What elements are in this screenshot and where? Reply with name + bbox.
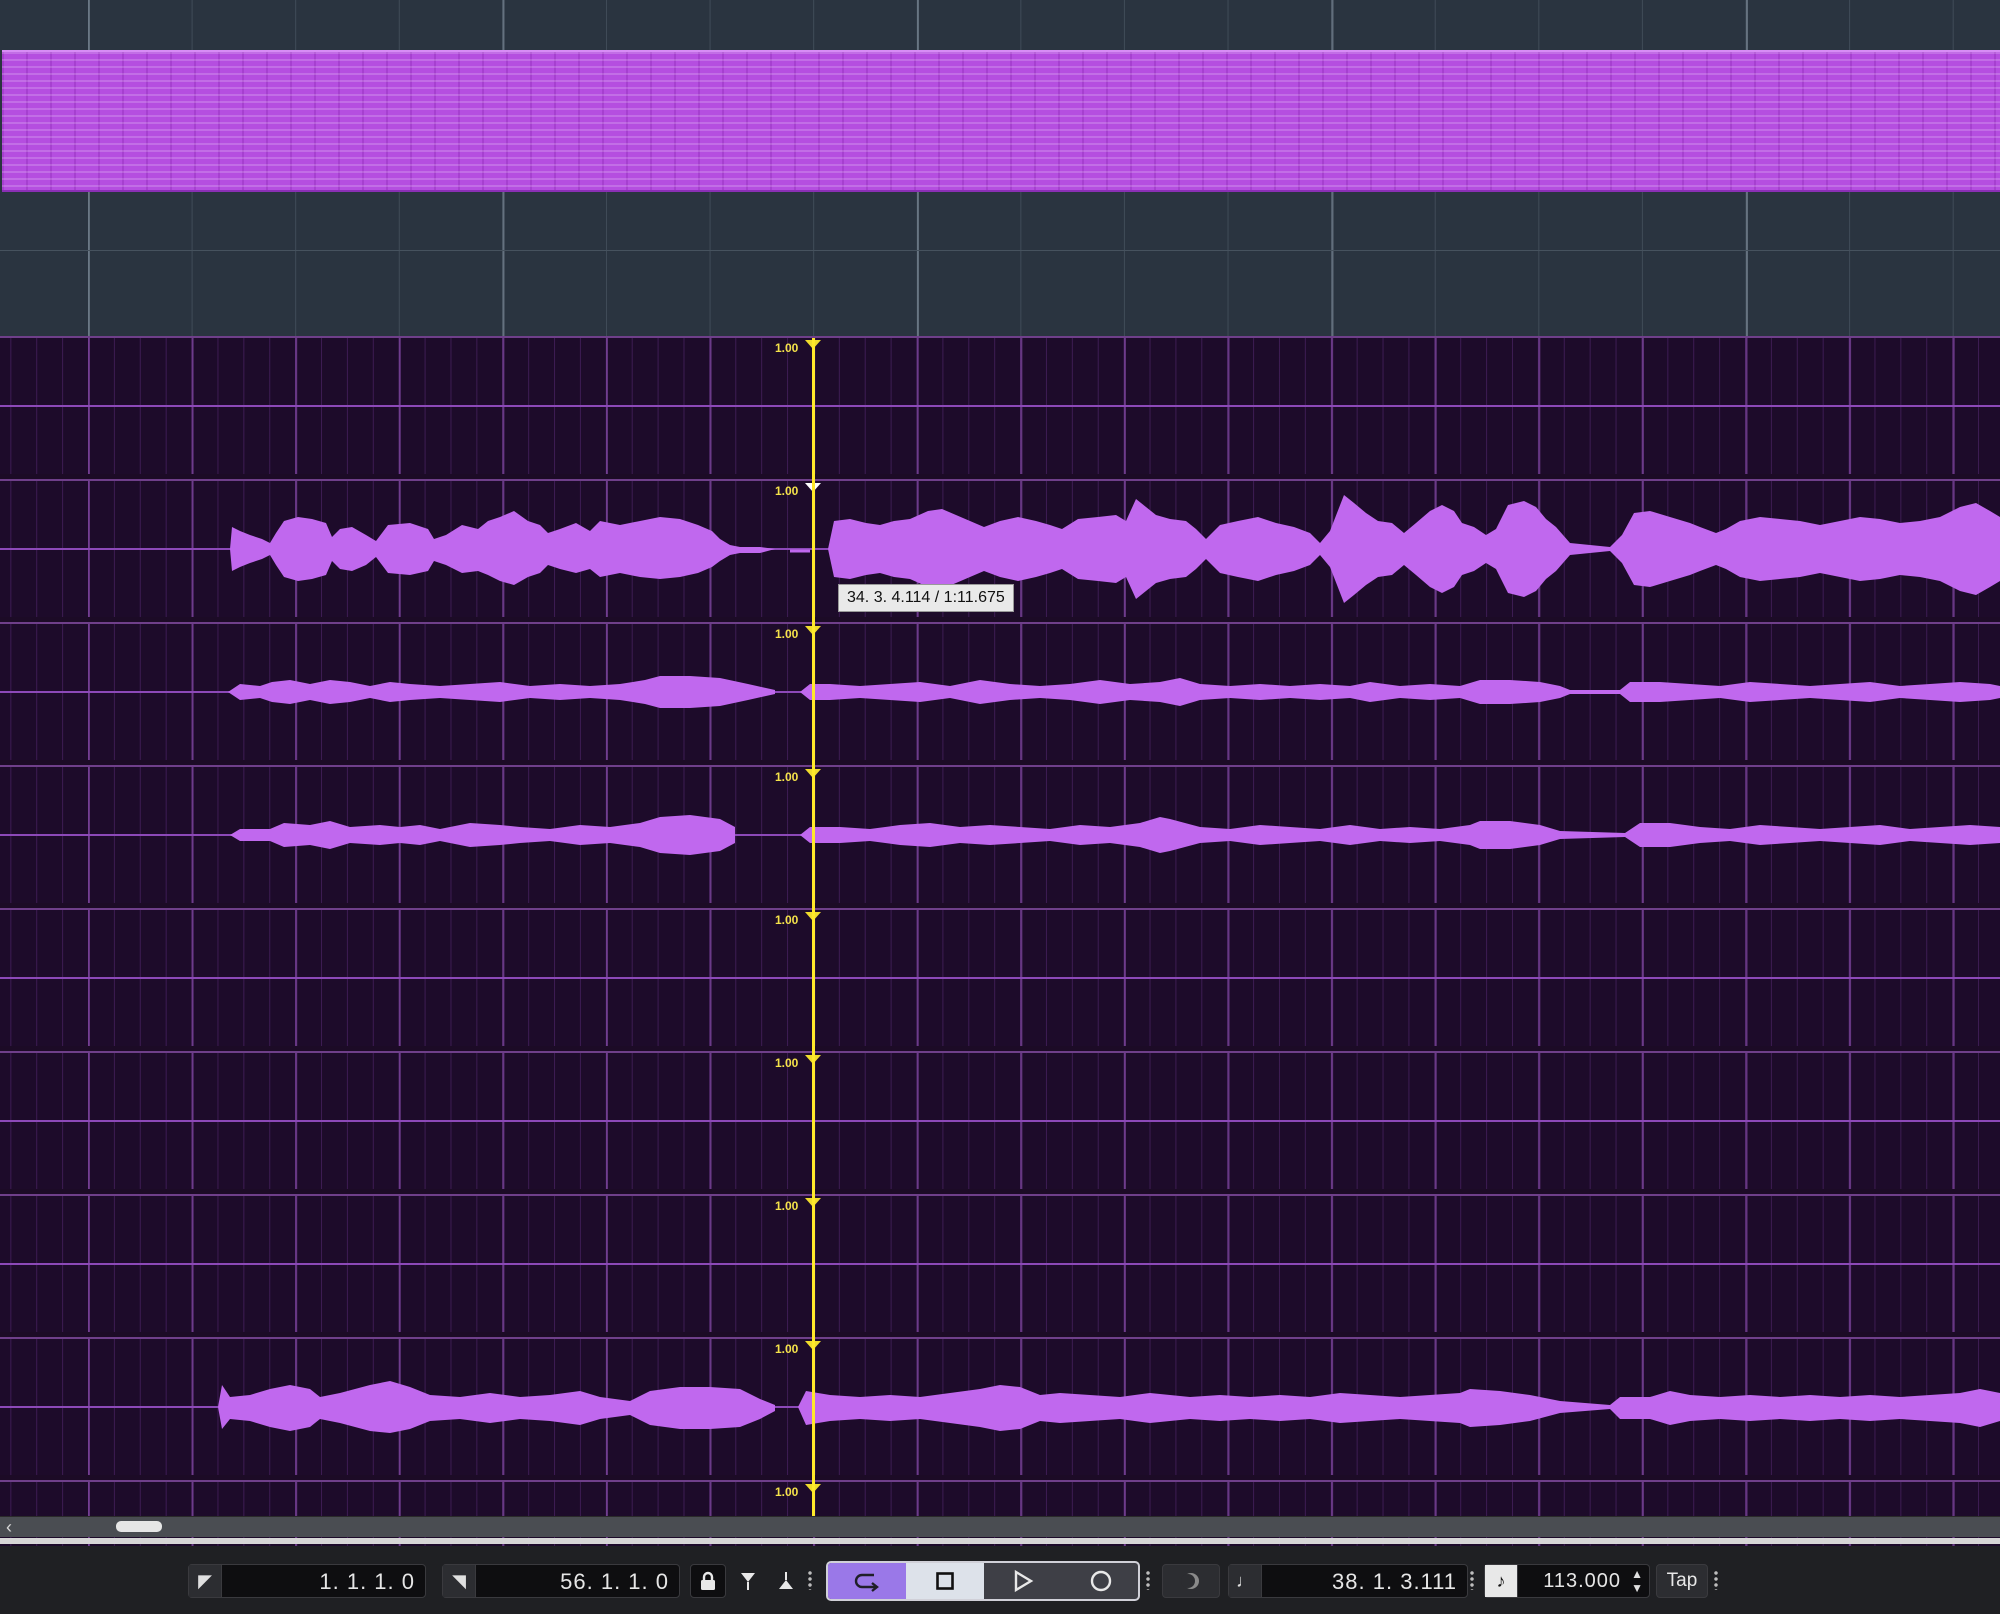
audio-lane-4[interactable]: 1.00 [0, 765, 2000, 903]
play-icon[interactable] [984, 1563, 1062, 1599]
level-label: 1.00 [775, 1342, 799, 1356]
punch-out-icon[interactable] [768, 1564, 804, 1598]
position-value: 38. 1. 3.111 [1332, 1569, 1457, 1594]
cycle-icon[interactable] [828, 1563, 906, 1599]
level-label: 1.00 [775, 1056, 799, 1070]
lane-centerline [0, 1263, 2000, 1265]
waveform-3[interactable] [0, 624, 2000, 760]
arrange-window: 1.00 1.00 1.00 1.00 1.00 1.00 1.00 1.00 … [0, 0, 2000, 1548]
scroll-left-icon[interactable]: ‹ [6, 1517, 12, 1537]
level-label: 1.00 [775, 1485, 799, 1499]
horizontal-scrollbar[interactable]: ‹ [0, 1516, 2000, 1537]
record-icon[interactable] [1062, 1563, 1138, 1599]
zone-separator [0, 1538, 2000, 1544]
lock-icon[interactable] [690, 1564, 726, 1598]
project-cursor[interactable] [812, 338, 815, 1520]
right-locator-value: 56. 1. 1. 0 [560, 1569, 669, 1594]
tempo-field[interactable]: ♪ 113.000 ▲ ▼ [1484, 1564, 1650, 1598]
midi-clip[interactable] [2, 50, 2000, 192]
left-locator-icon[interactable]: ◤ [189, 1565, 222, 1597]
left-locator-value: 1. 1. 1. 0 [319, 1569, 415, 1594]
stop-icon[interactable] [906, 1563, 984, 1599]
tempo-value: 113.000 [1543, 1570, 1621, 1592]
right-locator-field[interactable]: ◥ 56. 1. 1. 0 [442, 1564, 680, 1598]
position-tooltip: 34. 3. 4.114 / 1:11.675 [838, 584, 1014, 612]
lane-divider [0, 250, 2000, 251]
transport-bar: ◤ 1. 1. 1. 0 ◥ 56. 1. 1. 0 ♩ 38. 1. 3.11… [0, 1546, 2000, 1614]
tempo-track-icon[interactable]: ♪ [1485, 1565, 1518, 1597]
lane-centerline [0, 405, 2000, 407]
waveform-8[interactable] [0, 1339, 2000, 1475]
level-label: 1.00 [775, 770, 799, 784]
audio-lane-6[interactable]: 1.00 [0, 1051, 2000, 1189]
audio-lane-8[interactable]: 1.00 [0, 1337, 2000, 1475]
audio-lane-5[interactable]: 1.00 [0, 908, 2000, 1046]
level-label: 1.00 [775, 341, 799, 355]
lane-centerline [0, 977, 2000, 979]
level-label: 1.00 [775, 627, 799, 641]
level-label: 1.00 [775, 913, 799, 927]
left-locator-field[interactable]: ◤ 1. 1. 1. 0 [188, 1564, 426, 1598]
level-label: 1.00 [775, 484, 799, 498]
tempo-stepper-icon[interactable]: ▲ ▼ [1631, 1567, 1643, 1595]
drag-handle-icon[interactable] [808, 1570, 812, 1590]
click-icon[interactable] [1162, 1564, 1220, 1598]
position-field[interactable]: ♩ 38. 1. 3.111 [1228, 1564, 1468, 1598]
right-locator-icon[interactable]: ◥ [443, 1565, 476, 1597]
audio-lane-7[interactable]: 1.00 [0, 1194, 2000, 1332]
top-grid-area[interactable] [0, 0, 2000, 336]
scrollbar-thumb[interactable] [116, 1521, 162, 1532]
level-label: 1.00 [775, 1199, 799, 1213]
lane-centerline [0, 1120, 2000, 1122]
drag-handle-icon[interactable] [1146, 1570, 1150, 1590]
note-icon[interactable]: ♩ [1229, 1565, 1262, 1597]
audio-lane-1[interactable]: 1.00 [0, 336, 2000, 474]
audio-lane-3[interactable]: 1.00 [0, 622, 2000, 760]
punch-in-icon[interactable] [730, 1564, 766, 1598]
waveform-4[interactable] [0, 767, 2000, 903]
transport-controls [826, 1561, 1140, 1601]
drag-handle-icon[interactable] [1714, 1570, 1718, 1590]
drag-handle-icon[interactable] [1470, 1570, 1474, 1590]
tap-tempo-button[interactable]: Tap [1656, 1564, 1708, 1598]
